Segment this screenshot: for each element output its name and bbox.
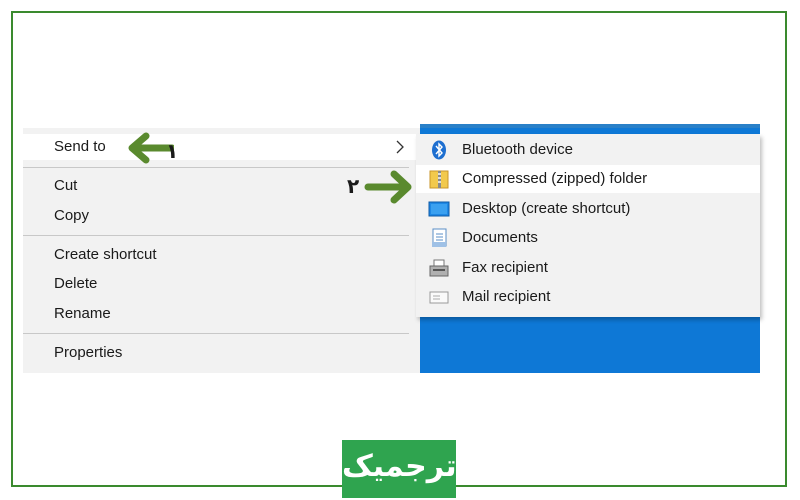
menu-separator xyxy=(23,167,409,168)
submenu-item-bluetooth-device[interactable]: Bluetooth device xyxy=(416,136,760,164)
submenu-item-fax-recipient[interactable]: Fax recipient xyxy=(416,254,760,282)
menu-item-label: Copy xyxy=(54,207,90,224)
fax-icon xyxy=(428,258,450,278)
menu-item-label: Create shortcut xyxy=(54,246,157,263)
submenu-item-label: Mail recipient xyxy=(462,288,551,305)
submenu-item-label: Documents xyxy=(462,229,538,246)
chevron-right-icon xyxy=(394,138,406,164)
step-number-1: ۱ xyxy=(166,139,179,163)
menu-item-send-to[interactable]: Send to xyxy=(23,134,420,160)
annotation-arrow-right-icon xyxy=(364,170,412,204)
submenu-item-compressed-folder[interactable]: Compressed (zipped) folder xyxy=(416,165,760,193)
bluetooth-icon xyxy=(428,140,450,160)
mail-icon xyxy=(428,287,450,307)
menu-item-copy[interactable]: Copy xyxy=(23,203,420,229)
menu-item-delete[interactable]: Delete xyxy=(23,271,420,297)
menu-item-label: Properties xyxy=(54,344,123,361)
brand-logo-text: ترجمیک xyxy=(342,449,457,484)
send-to-submenu: Bluetooth device Compressed (zipped) fol… xyxy=(416,134,760,317)
submenu-item-documents[interactable]: Documents xyxy=(416,224,760,252)
submenu-item-mail-recipient[interactable]: Mail recipient xyxy=(416,283,760,311)
submenu-item-label: Compressed (zipped) folder xyxy=(462,170,648,187)
step-number-2: ۲ xyxy=(347,174,360,198)
menu-separator xyxy=(23,235,409,236)
menu-item-label: Delete xyxy=(54,275,98,292)
menu-separator xyxy=(23,333,409,334)
menu-item-label: Send to xyxy=(54,138,106,155)
menu-item-create-shortcut[interactable]: Create shortcut xyxy=(23,242,420,268)
menu-item-label: Cut xyxy=(54,177,78,194)
submenu-item-desktop-shortcut[interactable]: Desktop (create shortcut) xyxy=(416,195,760,223)
desktop-icon xyxy=(428,199,450,219)
zip-folder-icon xyxy=(428,169,450,189)
submenu-item-label: Fax recipient xyxy=(462,259,548,276)
menu-item-label: Rename xyxy=(54,305,111,322)
submenu-item-label: Bluetooth device xyxy=(462,141,573,158)
documents-icon xyxy=(428,228,450,248)
submenu-item-label: Desktop (create shortcut) xyxy=(462,200,631,217)
menu-item-rename[interactable]: Rename xyxy=(23,301,420,327)
menu-item-cut[interactable]: Cut xyxy=(23,173,420,199)
brand-logo: ترجمیک xyxy=(342,440,457,498)
menu-item-properties[interactable]: Properties xyxy=(23,340,420,366)
context-menu: Send to Cut Copy Create shortcut Delete … xyxy=(23,128,420,373)
